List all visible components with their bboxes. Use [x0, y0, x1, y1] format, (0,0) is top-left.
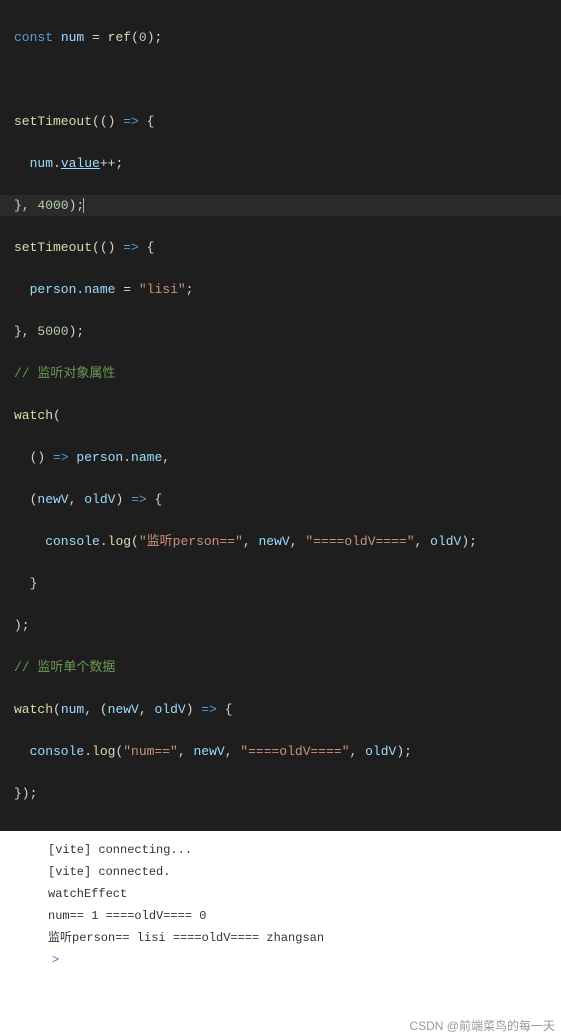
console-line: watchEffect [48, 883, 547, 905]
watermark: CSDN @前端菜鸟的每一天 [0, 1011, 561, 1036]
code-line: () => person.name, [0, 447, 561, 468]
code-line: const num = ref(0); [0, 27, 561, 48]
code-editor[interactable]: const num = ref(0); setTimeout(() => { n… [0, 0, 561, 831]
code-line: // 监听单个数据 [0, 657, 561, 678]
code-line: }); [0, 783, 561, 804]
code-line [0, 69, 561, 90]
code-line: ); [0, 615, 561, 636]
console-panel[interactable]: [vite] connecting... [vite] connected. w… [0, 831, 561, 1011]
code-line: setTimeout(() => { [0, 237, 561, 258]
console-prompt-icon: > [48, 949, 547, 971]
code-line: watch( [0, 405, 561, 426]
console-line: num== 1 ====oldV==== 0 [48, 905, 547, 927]
code-line: (newV, oldV) => { [0, 489, 561, 510]
console-line: 监听person== lisi ====oldV==== zhangsan [48, 927, 547, 949]
console-line: [vite] connected. [48, 861, 547, 883]
code-line: // 监听对象属性 [0, 363, 561, 384]
code-line: }, 5000); [0, 321, 561, 342]
code-line-active: }, 4000); [0, 195, 561, 216]
code-line: person.name = "lisi"; [0, 279, 561, 300]
code-line: num.value++; [0, 153, 561, 174]
code-line: } [0, 573, 561, 594]
code-line: setTimeout(() => { [0, 111, 561, 132]
code-line: watch(num, (newV, oldV) => { [0, 699, 561, 720]
code-line: console.log("num==", newV, "====oldV====… [0, 741, 561, 762]
code-line: console.log("监听person==", newV, "====old… [0, 531, 561, 552]
console-line: [vite] connecting... [48, 839, 547, 861]
